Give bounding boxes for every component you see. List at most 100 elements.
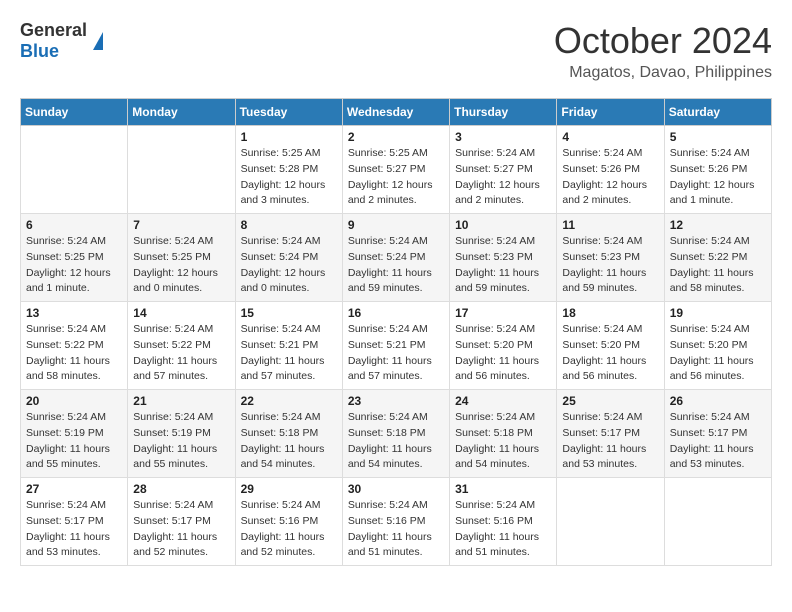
day-number: 30	[348, 482, 444, 496]
title-block: October 2024 Magatos, Davao, Philippines	[554, 20, 772, 82]
calendar-cell: 13 Sunrise: 5:24 AMSunset: 5:22 PMDayligh…	[21, 302, 128, 390]
day-info: Sunrise: 5:24 AMSunset: 5:26 PMDaylight:…	[562, 146, 658, 209]
day-info: Sunrise: 5:24 AMSunset: 5:21 PMDaylight:…	[348, 322, 444, 385]
calendar-cell: 1 Sunrise: 5:25 AMSunset: 5:28 PMDaylight…	[235, 126, 342, 214]
day-info: Sunrise: 5:24 AMSunset: 5:20 PMDaylight:…	[562, 322, 658, 385]
day-info: Sunrise: 5:24 AMSunset: 5:26 PMDaylight:…	[670, 146, 766, 209]
logo-icon	[93, 32, 103, 50]
day-number: 1	[241, 130, 337, 144]
calendar-cell: 19Sunrise: 5:24 AMSunset: 5:20 PMDayligh…	[664, 302, 771, 390]
day-info: Sunrise: 5:25 AMSunset: 5:28 PMDaylight:…	[241, 146, 337, 209]
day-number: 20	[26, 394, 122, 408]
weekday-header-friday: Friday	[557, 99, 664, 126]
logo-general: General	[20, 20, 87, 40]
day-number: 17	[455, 306, 551, 320]
calendar-cell: 25 Sunrise: 5:24 AMSunset: 5:17 PMDayligh…	[557, 390, 664, 478]
day-info: Sunrise: 5:24 AMSunset: 5:20 PMDaylight:…	[670, 322, 766, 385]
logo-blue: Blue	[20, 41, 59, 61]
weekday-header-sunday: Sunday	[21, 99, 128, 126]
week-row-1: 1 Sunrise: 5:25 AMSunset: 5:28 PMDaylight…	[21, 126, 772, 214]
day-info: Sunrise: 5:24 AMSunset: 5:16 PMDaylight:…	[455, 498, 551, 561]
calendar-cell	[128, 126, 235, 214]
logo-text: General Blue	[20, 20, 87, 62]
calendar-cell: 2Sunrise: 5:25 AMSunset: 5:27 PMDaylight…	[342, 126, 449, 214]
month-title: October 2024	[554, 20, 772, 62]
day-info: Sunrise: 5:24 AMSunset: 5:24 PMDaylight:…	[241, 234, 337, 297]
day-info: Sunrise: 5:24 AMSunset: 5:18 PMDaylight:…	[348, 410, 444, 473]
day-number: 26	[670, 394, 766, 408]
day-number: 18	[562, 306, 658, 320]
calendar-cell: 8 Sunrise: 5:24 AMSunset: 5:24 PMDaylight…	[235, 214, 342, 302]
calendar-cell	[21, 126, 128, 214]
calendar-cell: 17 Sunrise: 5:24 AMSunset: 5:20 PMDayligh…	[450, 302, 557, 390]
location: Magatos, Davao, Philippines	[554, 64, 772, 82]
day-number: 10	[455, 218, 551, 232]
day-number: 29	[241, 482, 337, 496]
calendar-cell: 22Sunrise: 5:24 AMSunset: 5:18 PMDayligh…	[235, 390, 342, 478]
calendar-cell: 21 Sunrise: 5:24 AMSunset: 5:19 PMDayligh…	[128, 390, 235, 478]
day-number: 31	[455, 482, 551, 496]
page-header: General Blue October 2024 Magatos, Davao…	[20, 20, 772, 82]
calendar-cell: 30Sunrise: 5:24 AMSunset: 5:16 PMDayligh…	[342, 478, 449, 566]
day-number: 12	[670, 218, 766, 232]
day-number: 23	[348, 394, 444, 408]
day-info: Sunrise: 5:24 AMSunset: 5:23 PMDaylight:…	[455, 234, 551, 297]
calendar-cell: 9Sunrise: 5:24 AMSunset: 5:24 PMDaylight…	[342, 214, 449, 302]
calendar-cell: 12 Sunrise: 5:24 AMSunset: 5:22 PMDayligh…	[664, 214, 771, 302]
day-info: Sunrise: 5:24 AMSunset: 5:16 PMDaylight:…	[241, 498, 337, 561]
day-number: 5	[670, 130, 766, 144]
calendar-cell: 14Sunrise: 5:24 AMSunset: 5:22 PMDayligh…	[128, 302, 235, 390]
day-number: 21	[133, 394, 229, 408]
day-info: Sunrise: 5:24 AMSunset: 5:19 PMDaylight:…	[133, 410, 229, 473]
calendar-cell: 15 Sunrise: 5:24 AMSunset: 5:21 PMDayligh…	[235, 302, 342, 390]
day-info: Sunrise: 5:24 AMSunset: 5:25 PMDaylight:…	[133, 234, 229, 297]
calendar-cell	[664, 478, 771, 566]
weekday-header-thursday: Thursday	[450, 99, 557, 126]
day-info: Sunrise: 5:24 AMSunset: 5:18 PMDaylight:…	[455, 410, 551, 473]
day-info: Sunrise: 5:24 AMSunset: 5:22 PMDaylight:…	[26, 322, 122, 385]
calendar-cell: 4Sunrise: 5:24 AMSunset: 5:26 PMDaylight…	[557, 126, 664, 214]
day-info: Sunrise: 5:24 AMSunset: 5:21 PMDaylight:…	[241, 322, 337, 385]
week-row-4: 20 Sunrise: 5:24 AMSunset: 5:19 PMDayligh…	[21, 390, 772, 478]
day-number: 7	[133, 218, 229, 232]
calendar-cell: 26 Sunrise: 5:24 AMSunset: 5:17 PMDayligh…	[664, 390, 771, 478]
calendar-cell: 3Sunrise: 5:24 AMSunset: 5:27 PMDaylight…	[450, 126, 557, 214]
calendar-cell: 10 Sunrise: 5:24 AMSunset: 5:23 PMDayligh…	[450, 214, 557, 302]
weekday-header-wednesday: Wednesday	[342, 99, 449, 126]
weekday-header-row: SundayMondayTuesdayWednesdayThursdayFrid…	[21, 99, 772, 126]
logo: General Blue	[20, 20, 103, 62]
weekday-header-monday: Monday	[128, 99, 235, 126]
day-number: 27	[26, 482, 122, 496]
day-info: Sunrise: 5:24 AMSunset: 5:19 PMDaylight:…	[26, 410, 122, 473]
calendar-cell: 20 Sunrise: 5:24 AMSunset: 5:19 PMDayligh…	[21, 390, 128, 478]
day-number: 16	[348, 306, 444, 320]
week-row-5: 27 Sunrise: 5:24 AMSunset: 5:17 PMDayligh…	[21, 478, 772, 566]
day-number: 8	[241, 218, 337, 232]
calendar-cell: 24 Sunrise: 5:24 AMSunset: 5:18 PMDayligh…	[450, 390, 557, 478]
calendar-cell: 29 Sunrise: 5:24 AMSunset: 5:16 PMDayligh…	[235, 478, 342, 566]
day-number: 6	[26, 218, 122, 232]
day-info: Sunrise: 5:24 AMSunset: 5:20 PMDaylight:…	[455, 322, 551, 385]
day-info: Sunrise: 5:24 AMSunset: 5:17 PMDaylight:…	[670, 410, 766, 473]
calendar-table: SundayMondayTuesdayWednesdayThursdayFrid…	[20, 98, 772, 566]
calendar-cell: 31 Sunrise: 5:24 AMSunset: 5:16 PMDayligh…	[450, 478, 557, 566]
day-number: 15	[241, 306, 337, 320]
day-number: 24	[455, 394, 551, 408]
day-info: Sunrise: 5:24 AMSunset: 5:22 PMDaylight:…	[670, 234, 766, 297]
weekday-header-saturday: Saturday	[664, 99, 771, 126]
day-number: 13	[26, 306, 122, 320]
day-info: Sunrise: 5:24 AMSunset: 5:17 PMDaylight:…	[133, 498, 229, 561]
calendar-cell	[557, 478, 664, 566]
day-info: Sunrise: 5:25 AMSunset: 5:27 PMDaylight:…	[348, 146, 444, 209]
day-number: 28	[133, 482, 229, 496]
day-number: 25	[562, 394, 658, 408]
calendar-cell: 7 Sunrise: 5:24 AMSunset: 5:25 PMDaylight…	[128, 214, 235, 302]
calendar-cell: 23 Sunrise: 5:24 AMSunset: 5:18 PMDayligh…	[342, 390, 449, 478]
calendar-cell: 18 Sunrise: 5:24 AMSunset: 5:20 PMDayligh…	[557, 302, 664, 390]
day-number: 22	[241, 394, 337, 408]
day-info: Sunrise: 5:24 AMSunset: 5:22 PMDaylight:…	[133, 322, 229, 385]
day-info: Sunrise: 5:24 AMSunset: 5:25 PMDaylight:…	[26, 234, 122, 297]
weekday-header-tuesday: Tuesday	[235, 99, 342, 126]
day-info: Sunrise: 5:24 AMSunset: 5:17 PMDaylight:…	[562, 410, 658, 473]
week-row-2: 6 Sunrise: 5:24 AMSunset: 5:25 PMDaylight…	[21, 214, 772, 302]
